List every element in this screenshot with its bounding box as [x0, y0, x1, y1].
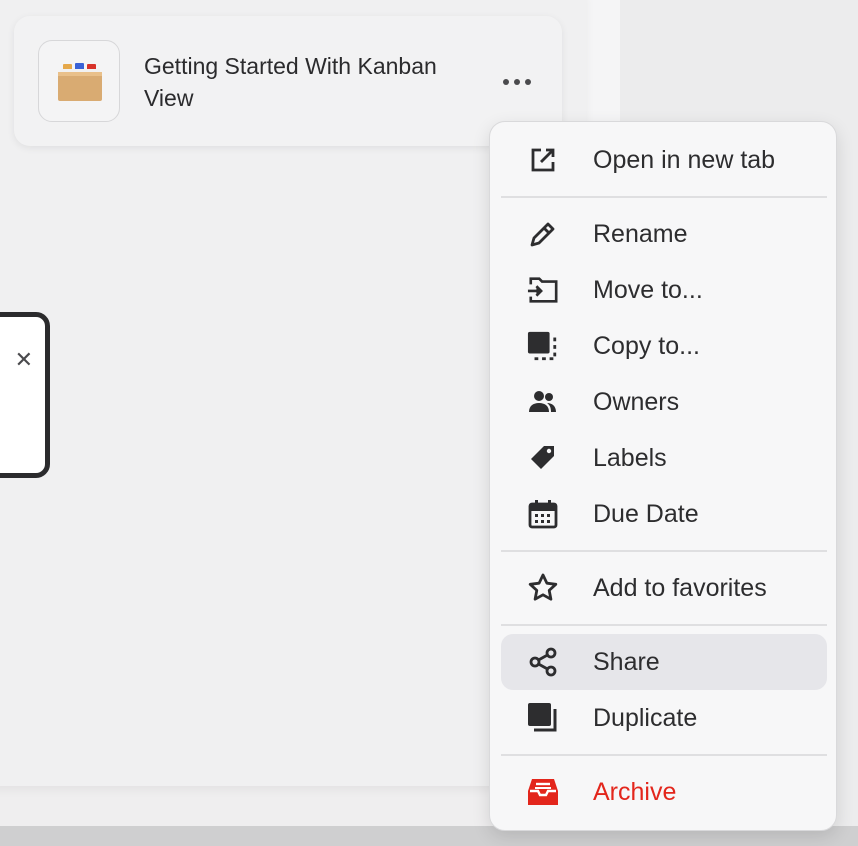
people-icon — [527, 386, 559, 418]
menu-item-label: Rename — [593, 220, 688, 248]
menu-item-share[interactable]: Share — [501, 634, 827, 690]
more-dot — [514, 79, 520, 85]
menu-divider — [501, 550, 827, 552]
menu-item-due-date[interactable]: Due Date — [501, 486, 827, 542]
menu-item-move-to[interactable]: Move to... — [501, 262, 827, 318]
more-dot — [525, 79, 531, 85]
card-title: Getting Started With Kanban View — [144, 53, 437, 111]
menu-item-label: Owners — [593, 388, 680, 416]
menu-item-label: Due Date — [593, 500, 699, 528]
menu-item-duplicate[interactable]: Duplicate — [501, 690, 827, 746]
menu-item-label: Add to favorites — [593, 574, 767, 602]
menu-item-label: Labels — [593, 444, 667, 472]
more-horizontal-icon — [503, 79, 509, 85]
star-icon — [527, 572, 559, 604]
modal-dialog: ✕ — [0, 312, 50, 478]
menu-item-label: Copy to... — [593, 332, 700, 360]
menu-divider — [501, 624, 827, 626]
card-file-box-icon — [58, 63, 102, 101]
copy-icon — [527, 330, 559, 362]
menu-item-label: Duplicate — [593, 704, 698, 732]
menu-item-owners[interactable]: Owners — [501, 374, 827, 430]
share-icon — [527, 646, 559, 678]
move-folder-icon — [527, 274, 559, 306]
menu-item-labels[interactable]: Labels — [501, 430, 827, 486]
menu-divider — [501, 754, 827, 756]
menu-item-label: Open in new tab — [593, 146, 776, 174]
menu-divider — [501, 196, 827, 198]
menu-item-open-new-tab[interactable]: Open in new tab — [501, 132, 827, 188]
open-external-icon — [527, 144, 559, 176]
menu-item-archive[interactable]: Archive — [501, 764, 827, 820]
pencil-icon — [527, 218, 559, 250]
menu-item-add-favorites[interactable]: Add to favorites — [501, 560, 827, 616]
menu-item-copy-to[interactable]: Copy to... — [501, 318, 827, 374]
more-options-button[interactable] — [498, 70, 536, 94]
duplicate-icon — [527, 702, 559, 734]
tag-icon — [527, 442, 559, 474]
context-menu: Open in new tab Rename Move to... Copy t… — [489, 121, 837, 831]
archive-icon — [527, 776, 559, 808]
menu-item-label: Archive — [593, 778, 677, 806]
menu-item-label: Share — [593, 648, 660, 676]
close-icon[interactable]: ✕ — [15, 349, 33, 371]
menu-item-label: Move to... — [593, 276, 703, 304]
menu-item-rename[interactable]: Rename — [501, 206, 827, 262]
calendar-icon — [527, 498, 559, 530]
kanban-card[interactable]: Getting Started With Kanban View — [14, 16, 562, 146]
card-icon — [38, 40, 120, 122]
